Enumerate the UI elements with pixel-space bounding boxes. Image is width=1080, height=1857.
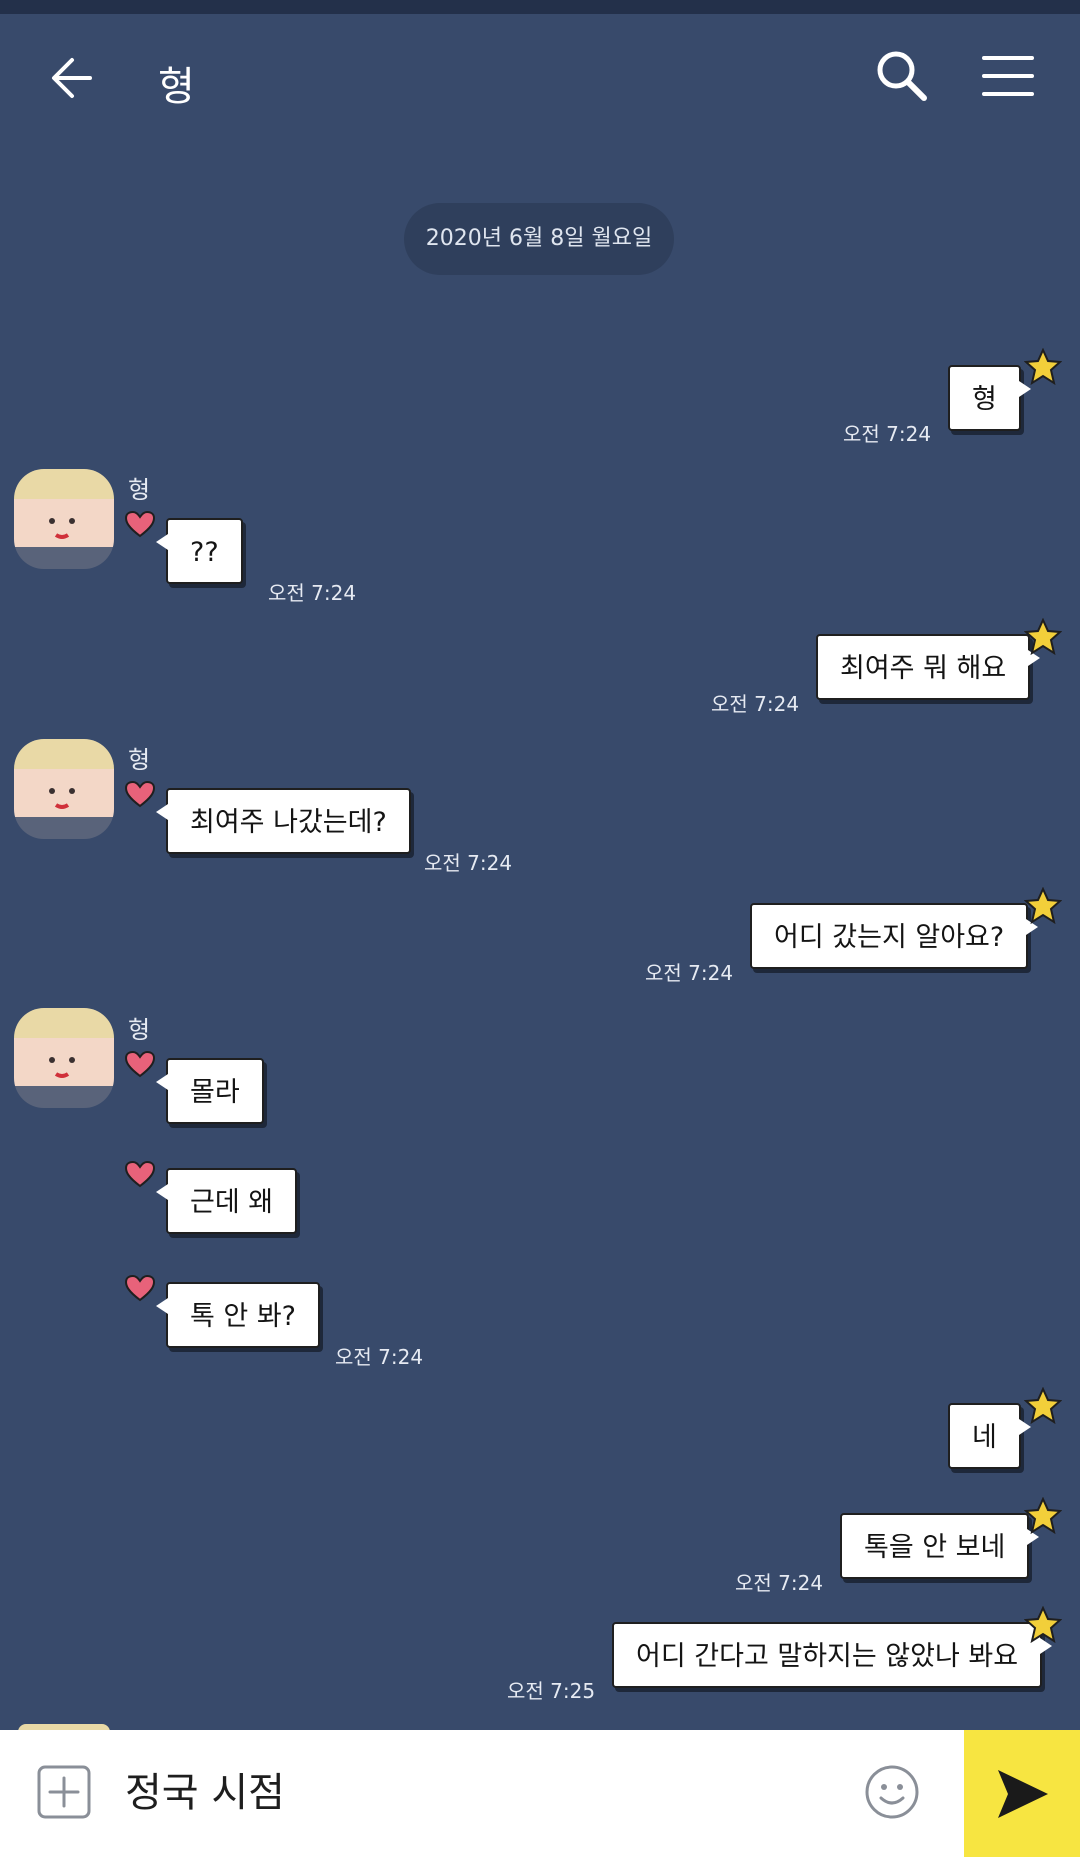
- their-message-bubble[interactable]: 몰라: [156, 1058, 264, 1124]
- message-time: 오전 7:25: [507, 1679, 596, 1703]
- date-divider: 2020년 6월 8일 월요일: [404, 203, 674, 275]
- heart-icon: [124, 510, 156, 538]
- sender-name: 형: [128, 476, 151, 504]
- avatar[interactable]: [14, 739, 114, 839]
- message-time: 오전 7:24: [843, 422, 932, 446]
- star-icon: [1023, 886, 1063, 925]
- their-message-bubble[interactable]: 톡 안 봐?: [155, 1282, 321, 1348]
- search-icon[interactable]: [872, 46, 932, 106]
- chat-title: 형: [158, 64, 195, 110]
- message-time: 오전 7:24: [711, 692, 800, 716]
- message-time: 오전 7:24: [735, 1571, 824, 1595]
- heart-icon: [124, 1160, 156, 1188]
- heart-icon: [124, 780, 156, 808]
- message-input[interactable]: 정국 시점: [125, 1760, 825, 1826]
- my-message-bubble[interactable]: 최여주 뭐 해요: [816, 634, 1041, 700]
- emoji-icon[interactable]: [864, 1764, 920, 1820]
- star-icon: [1023, 347, 1063, 386]
- my-message-bubble[interactable]: 톡을 안 보네: [840, 1513, 1040, 1579]
- star-icon: [1023, 617, 1063, 656]
- star-icon: [1023, 1605, 1063, 1644]
- their-message-bubble[interactable]: 최여주 나갔는데?: [156, 788, 411, 854]
- message-time: 오전 7:24: [645, 961, 734, 985]
- back-arrow-icon[interactable]: [46, 48, 106, 108]
- send-button[interactable]: [964, 1730, 1080, 1857]
- sender-name: 형: [128, 746, 151, 774]
- chat-header: 형: [0, 14, 1080, 134]
- sender-name: 형: [128, 1016, 151, 1044]
- heart-icon: [124, 1050, 156, 1078]
- plus-icon[interactable]: [36, 1764, 92, 1820]
- star-icon: [1023, 1496, 1063, 1535]
- status-bar: [0, 0, 1080, 14]
- their-message-bubble[interactable]: 근데 왜: [155, 1168, 298, 1234]
- star-icon: [1023, 1386, 1063, 1425]
- their-message-bubble[interactable]: ??: [156, 518, 243, 584]
- message-time: 오전 7:24: [335, 1345, 424, 1369]
- message-input-bar: 정국 시점: [0, 1730, 1080, 1857]
- my-message-bubble[interactable]: 네: [948, 1403, 1031, 1469]
- heart-icon: [124, 1274, 156, 1302]
- hamburger-menu-icon[interactable]: [980, 48, 1036, 104]
- send-icon: [998, 1770, 1048, 1818]
- message-time: 오전 7:24: [268, 581, 357, 605]
- avatar[interactable]: [14, 1008, 114, 1108]
- my-message-bubble[interactable]: 어디 간다고 말하지는 않았나 봐요: [612, 1622, 1053, 1688]
- my-message-bubble[interactable]: 어디 갔는지 알아요?: [750, 903, 1039, 969]
- my-message-bubble[interactable]: 형: [948, 365, 1031, 431]
- avatar[interactable]: [14, 469, 114, 569]
- message-time: 오전 7:24: [424, 851, 513, 875]
